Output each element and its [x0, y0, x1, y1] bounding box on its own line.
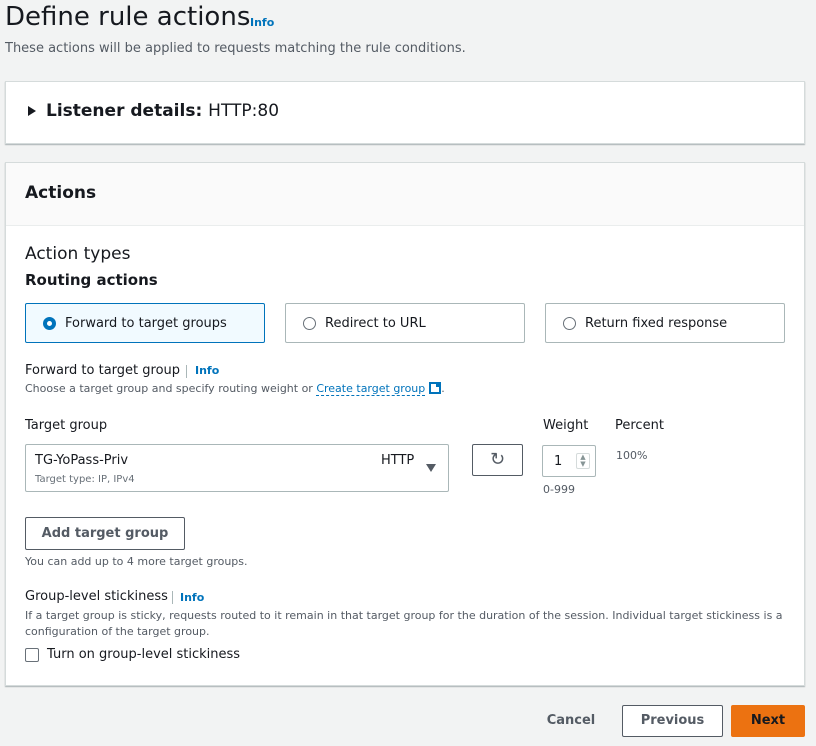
cancel-button[interactable]: Cancel [529, 706, 613, 736]
actions-header: Actions [6, 163, 804, 226]
stickiness-description: If a target group is sticky, requests ro… [25, 609, 783, 638]
listener-details-value: HTTP:80 [208, 101, 280, 121]
percent-label: Percent [615, 418, 664, 433]
actions-title: Actions [25, 183, 97, 203]
radio-redirect[interactable] [303, 317, 316, 330]
percent-value: 100% [616, 449, 648, 462]
option-forward-label: Forward to target groups [65, 316, 227, 331]
external-link-icon[interactable] [429, 382, 442, 394]
info-separator [172, 591, 173, 604]
radio-forward-selected[interactable] [43, 317, 56, 330]
action-types-label: Action types [25, 244, 131, 264]
weight-stepper-icon[interactable]: ▲ ▼ [576, 453, 590, 469]
option-return-fixed-response[interactable]: Return fixed response [545, 303, 785, 343]
option-forward-to-target-groups[interactable]: Forward to target groups [25, 303, 265, 343]
listener-details-header[interactable]: Listener details: HTTP:80 [46, 101, 279, 121]
listener-details-panel[interactable]: Listener details: HTTP:80 [5, 81, 805, 144]
option-redirect-to-url[interactable]: Redirect to URL [285, 303, 525, 343]
refresh-icon: ↻ [489, 449, 506, 470]
forward-info-link[interactable]: Info [195, 364, 219, 377]
actions-panel: Actions Action types Routing actions For… [5, 162, 805, 686]
previous-button[interactable]: Previous [622, 705, 723, 737]
refresh-button[interactable]: ↻ [472, 444, 523, 476]
target-group-protocol: HTTP [381, 453, 415, 468]
caret-down-icon[interactable] [426, 464, 436, 472]
page-title: Define rule actions [5, 2, 251, 32]
target-group-type: Target type: IP, IPv4 [35, 474, 135, 485]
stickiness-label: Group-level stickiness [25, 589, 168, 604]
stickiness-checkbox-label[interactable]: Turn on group-level stickiness [47, 647, 240, 662]
option-redirect-label: Redirect to URL [325, 316, 426, 331]
weight-label: Weight [543, 418, 589, 433]
routing-actions-label: Routing actions [25, 271, 158, 289]
add-target-group-hint: You can add up to 4 more target groups. [25, 555, 248, 568]
add-target-group-button[interactable]: Add target group [25, 517, 185, 550]
info-separator [186, 365, 187, 378]
radio-fixed-response[interactable] [563, 317, 576, 330]
weight-range-hint: 0-999 [543, 483, 575, 496]
listener-details-label: Listener details: [46, 101, 203, 121]
weight-value: 1 [554, 454, 563, 469]
create-target-group-link[interactable]: Create target group [316, 382, 426, 396]
forward-to-target-group-label: Forward to target group [25, 363, 181, 378]
forward-description-suffix: . [441, 382, 445, 395]
forward-description: Choose a target group and specify routin… [25, 382, 445, 396]
stickiness-checkbox[interactable] [25, 648, 39, 662]
forward-description-text: Choose a target group and specify routin… [25, 382, 317, 395]
option-fixed-response-label: Return fixed response [585, 316, 728, 331]
target-group-name: TG-YoPass-Priv [35, 453, 129, 468]
title-info-link[interactable]: Info [250, 16, 274, 29]
page-subtitle: These actions will be applied to request… [5, 41, 466, 56]
caret-right-icon[interactable] [28, 106, 36, 116]
weight-input[interactable]: 1 ▲ ▼ [542, 445, 596, 477]
next-button[interactable]: Next [731, 705, 805, 737]
stickiness-info-link[interactable]: Info [180, 591, 204, 604]
target-group-label: Target group [25, 418, 108, 433]
target-group-select[interactable]: TG-YoPass-Priv Target type: IP, IPv4 HTT… [25, 444, 449, 492]
